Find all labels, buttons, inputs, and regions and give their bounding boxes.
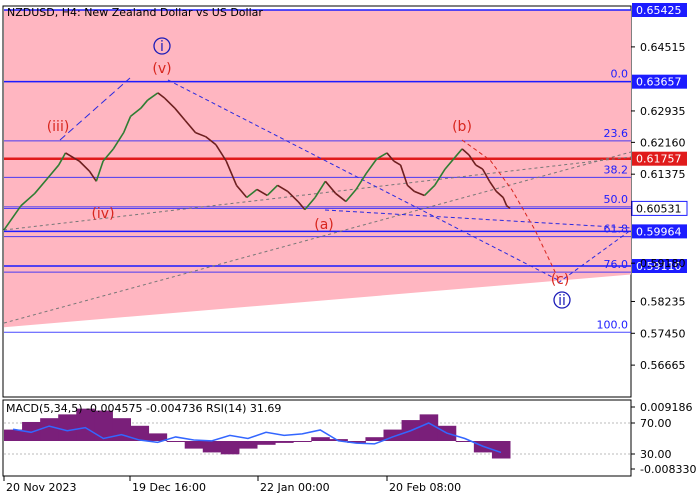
y-tick-label: 0.58235 [640,295,686,308]
indicator-tick-label: 30.00 [640,448,672,461]
macd-bar [58,414,77,441]
x-tick-label: 19 Dec 16:00 [132,481,206,494]
indicator-tick-label: -0.008330 [640,463,696,476]
price-tag-label: 0.65425 [636,4,682,17]
macd-bar [202,441,222,453]
price-tag-label: 0.60531 [636,202,682,215]
y-tick-label: 0.61375 [640,168,686,181]
price-tag-label: 0.63657 [636,76,682,89]
fib-level-label: 23.6 [604,127,629,140]
indicator-label: MACD(5,34,5) -0.004575 -0.004736 RSI(14)… [6,402,281,415]
y-tick-label: 0.56665 [640,359,686,372]
price-tag: 0.65425 [632,3,687,17]
fib-level-label: 100.0 [597,318,629,331]
wave-label-text: (iv) [91,206,114,222]
y-tick-label: 0.62160 [640,136,686,149]
wave-label-text: (b) [452,119,472,135]
y-tick-label: 0.59180 [640,257,686,270]
fib-level-label: 50.0 [604,193,629,206]
fib-level-label: 0.0 [611,68,629,81]
indicator-tick-label: 70.00 [640,417,672,430]
y-tick-label: 0.57450 [640,327,686,340]
price-tag: 0.59964 [632,224,687,239]
price-tag: 0.61757 [632,151,687,166]
chart-canvas: 0.0 23.6 38.2 50.0 61.8 76.0 100.0 i (v) (iii) (i… [2,3,696,494]
y-tick-label: 0.62935 [640,105,686,118]
wave-label: (v) [152,61,171,77]
fib-level-label: 76.0 [604,258,629,271]
wave-label-text: ii [558,293,566,309]
macd-bar [4,429,23,441]
price-tag-label: 0.61757 [636,153,682,166]
wave-label: (b) [452,119,472,135]
y-tick-label: 0.64515 [640,41,686,54]
wave-label: (c) [551,272,570,288]
price-panel: 0.0 23.6 38.2 50.0 61.8 76.0 100.0 i (v) (iii) (i… [2,5,632,398]
macd-bar [40,418,59,441]
indicator-panel: MACD(5,34,5) -0.004575 -0.004736 RSI(14)… [2,399,632,477]
macd-bar [184,441,204,449]
indicator-tick-label: 0.009186 [640,401,693,414]
macd-bar [112,418,131,441]
x-tick-label: 20 Nov 2023 [6,481,76,494]
price-tag: 0.60531 [631,200,688,216]
macd-bar [166,441,186,442]
macd-bar [311,437,330,441]
macd-bar [220,441,240,455]
time-axis: 20 Nov 2023 19 Dec 16:00 22 Jan 00:00 20 Fe… [3,476,461,494]
fib-level-label: 61.8 [604,223,629,236]
wave-label-text: (v) [152,61,171,77]
wave-label-text: (a) [314,217,334,233]
macd-bar [238,441,258,449]
macd-bar [257,441,276,445]
x-tick-label: 22 Jan 00:00 [260,481,330,494]
wave-label-text: i [160,39,164,55]
x-tick-label: 20 Feb 08:00 [389,481,461,494]
macd-bar [365,437,384,441]
macd-bar [275,441,294,443]
macd-bar [419,414,439,441]
wave-label-text: (c) [551,272,570,288]
chart-title: NZDUSD, H4: New Zealand Dollar vs US Dol… [7,6,263,19]
indicator-axis: 0.009186 70.00 30.00 -0.008330 [631,401,696,476]
macd-bar [293,441,312,442]
wave-label: (a) [314,217,334,233]
price-tag-label: 0.59964 [636,225,682,238]
wave-label-text: (iii) [47,119,70,135]
wave-label: (iii) [47,119,70,135]
fib-level-label: 38.2 [604,163,629,176]
wave-label: (iv) [91,206,114,222]
price-tag: 0.63657 [632,74,687,89]
price-axis: 0.65425 0.63657 0.61757 0.60531 0.59964 0.591… [631,3,688,372]
